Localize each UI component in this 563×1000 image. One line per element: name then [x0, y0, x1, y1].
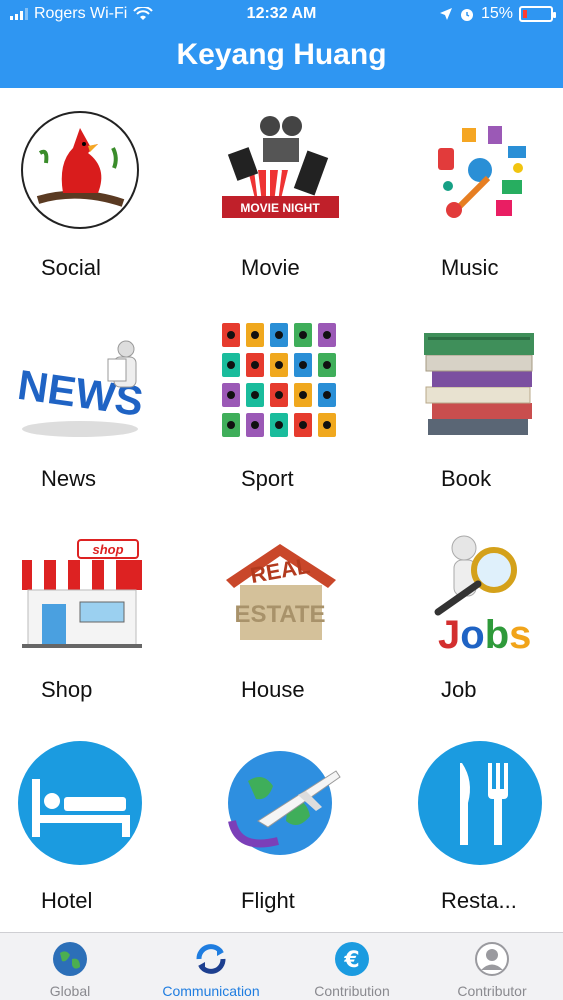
grid-item-label: Hotel	[41, 888, 93, 913]
top-bar: Rogers Wi-Fi 12:32 AM 15% Keyang Huang	[0, 0, 563, 88]
fork-knife-icon	[418, 741, 542, 865]
sport-figure	[299, 331, 307, 339]
sport-figure	[227, 391, 235, 399]
svg-text:ESTATE: ESTATE	[234, 601, 325, 628]
grid-item-flight[interactable]: Flight	[200, 721, 387, 932]
grid-item-label: News	[41, 466, 97, 491]
tab-label: Global	[49, 983, 91, 999]
location-arrow-icon	[439, 8, 452, 20]
globe-plane-icon	[228, 751, 341, 855]
sport-figure	[251, 331, 259, 339]
sport-figure	[251, 361, 259, 369]
grid-item-label: Music	[441, 255, 499, 280]
grid-item-label: Shop	[41, 677, 93, 702]
sports-tiles-icon	[222, 323, 336, 437]
svg-text:REAL: REAL	[248, 553, 311, 588]
sport-figure	[275, 391, 283, 399]
grid-item-hotel[interactable]: Hotel	[0, 721, 187, 932]
grid-item-label: Book	[441, 466, 492, 491]
svg-text:€: €	[343, 948, 359, 973]
grid-item-sport[interactable]: Sport	[200, 299, 387, 510]
tab-label: Communication	[162, 983, 260, 999]
grid-item-house[interactable]: REAL ESTATE House	[200, 510, 387, 721]
sport-figure	[323, 361, 331, 369]
tab-contribution[interactable]: € Contribution	[282, 933, 422, 1000]
tab-communication[interactable]: Communication	[141, 933, 281, 1000]
sport-figure	[227, 331, 235, 339]
sport-figure	[251, 391, 259, 399]
grid-item-book[interactable]: Book	[400, 299, 563, 510]
battery-icon	[519, 6, 556, 22]
svg-text:shop: shop	[92, 542, 123, 557]
grid-item-label: Flight	[241, 888, 295, 913]
sport-figure	[275, 331, 283, 339]
grid-item-news[interactable]: NEWS News	[0, 299, 187, 510]
sport-figure	[275, 421, 283, 429]
book-stack-icon	[424, 333, 534, 435]
tab-bar: Global Communication € Contribution Cont…	[0, 932, 563, 1000]
cardinal-bird-icon	[21, 111, 139, 229]
grid-item-movie[interactable]: MOVIE NIGHT Movie	[200, 88, 387, 299]
euro-coin-icon: €	[335, 942, 369, 976]
sport-figure	[227, 361, 235, 369]
svg-text:MOVIE NIGHT: MOVIE NIGHT	[240, 201, 320, 215]
news-3d-icon: NEWS	[18, 340, 143, 437]
jobs-magnifier-icon: Jobs	[434, 535, 531, 655]
grid-item-label: Resta...	[441, 888, 517, 913]
globe-icon	[53, 942, 87, 976]
status-right: 15%	[439, 5, 556, 23]
sport-figure	[227, 421, 235, 429]
sport-figure	[323, 421, 331, 429]
battery-fill	[523, 10, 527, 18]
tab-global[interactable]: Global	[0, 933, 140, 1000]
grid-item-label: Movie	[241, 255, 300, 280]
grid-item-label: Social	[41, 255, 101, 280]
sport-figure	[251, 421, 259, 429]
grid-item-label: Sport	[241, 466, 294, 491]
grid-item-label: House	[241, 677, 305, 702]
sport-figure	[323, 331, 331, 339]
alarm-clock-icon	[460, 9, 473, 21]
shop-front-icon: shop	[22, 539, 142, 648]
sport-figure	[323, 391, 331, 399]
grid-item-music[interactable]: Music	[400, 88, 563, 299]
page-title: Keyang Huang	[176, 38, 387, 71]
hotel-bed-icon	[18, 741, 142, 865]
sport-figure	[299, 361, 307, 369]
tab-label: Contributor	[457, 983, 527, 999]
status-bar: Rogers Wi-Fi 12:32 AM 15%	[0, 0, 563, 30]
grid-item-label: Job	[441, 677, 477, 702]
music-collage-icon	[425, 115, 535, 225]
svg-text:Jobs: Jobs	[438, 613, 531, 655]
grid-item-shop[interactable]: shop Shop	[0, 510, 187, 721]
user-avatar-icon	[475, 942, 509, 976]
sync-arrows-icon	[196, 944, 226, 974]
real-estate-house-icon: REAL ESTATE	[226, 544, 336, 640]
grid-item-social[interactable]: Social	[0, 88, 187, 299]
category-grid: Social MOVIE NIGHT Movie Music NEWS News…	[0, 88, 563, 932]
tab-contributor[interactable]: Contributor	[422, 933, 562, 1000]
sport-figure	[299, 421, 307, 429]
battery-percent: 15%	[480, 5, 513, 22]
grid-item-restaurant[interactable]: Resta...	[400, 721, 563, 932]
grid-item-job[interactable]: Jobs Job	[400, 510, 563, 721]
tab-label: Contribution	[314, 983, 390, 999]
sport-figure	[299, 391, 307, 399]
movie-night-icon: MOVIE NIGHT	[222, 116, 339, 218]
sport-figure	[275, 361, 283, 369]
